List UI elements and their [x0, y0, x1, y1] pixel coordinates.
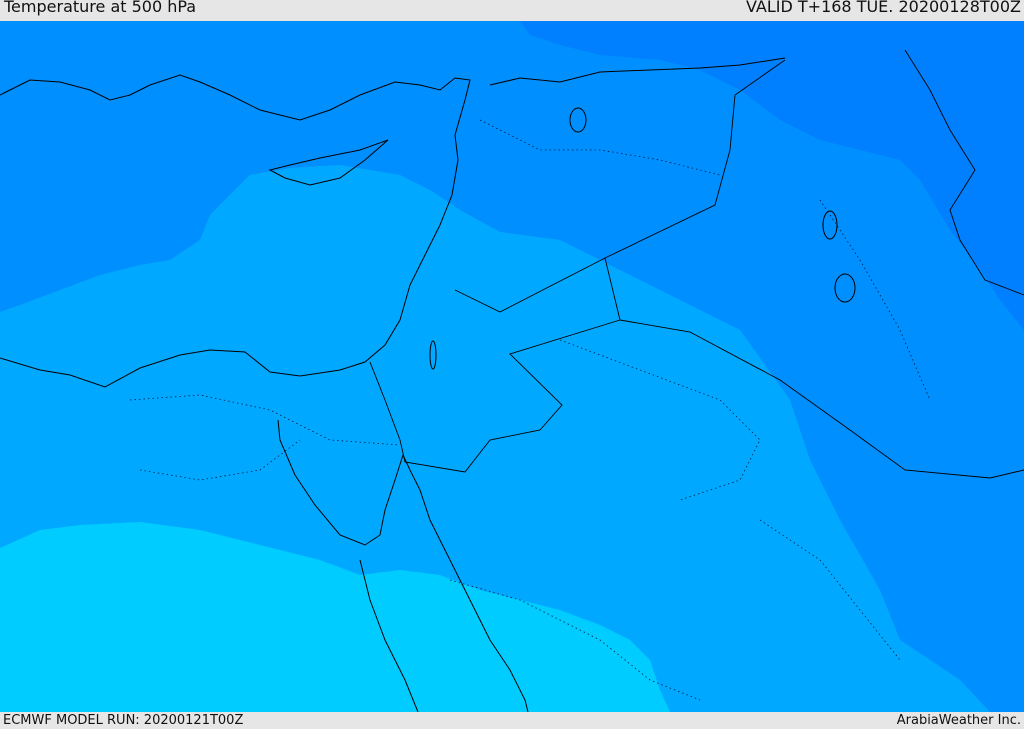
footer-bar: ECMWF MODEL RUN: 20200121T00Z ArabiaWeat… [0, 712, 1024, 729]
valid-time: VALID T+168 TUE. 20200128T00Z [745, 0, 1021, 16]
model-run: ECMWF MODEL RUN: 20200121T00Z [3, 713, 244, 728]
map-title: Temperature at 500 hPa [4, 0, 197, 16]
credit-text: ArabiaWeather Inc. [896, 713, 1021, 728]
header-bar: Temperature at 500 hPa VALID T+168 TUE. … [0, 0, 1024, 21]
weather-map[interactable] [0, 21, 1024, 712]
